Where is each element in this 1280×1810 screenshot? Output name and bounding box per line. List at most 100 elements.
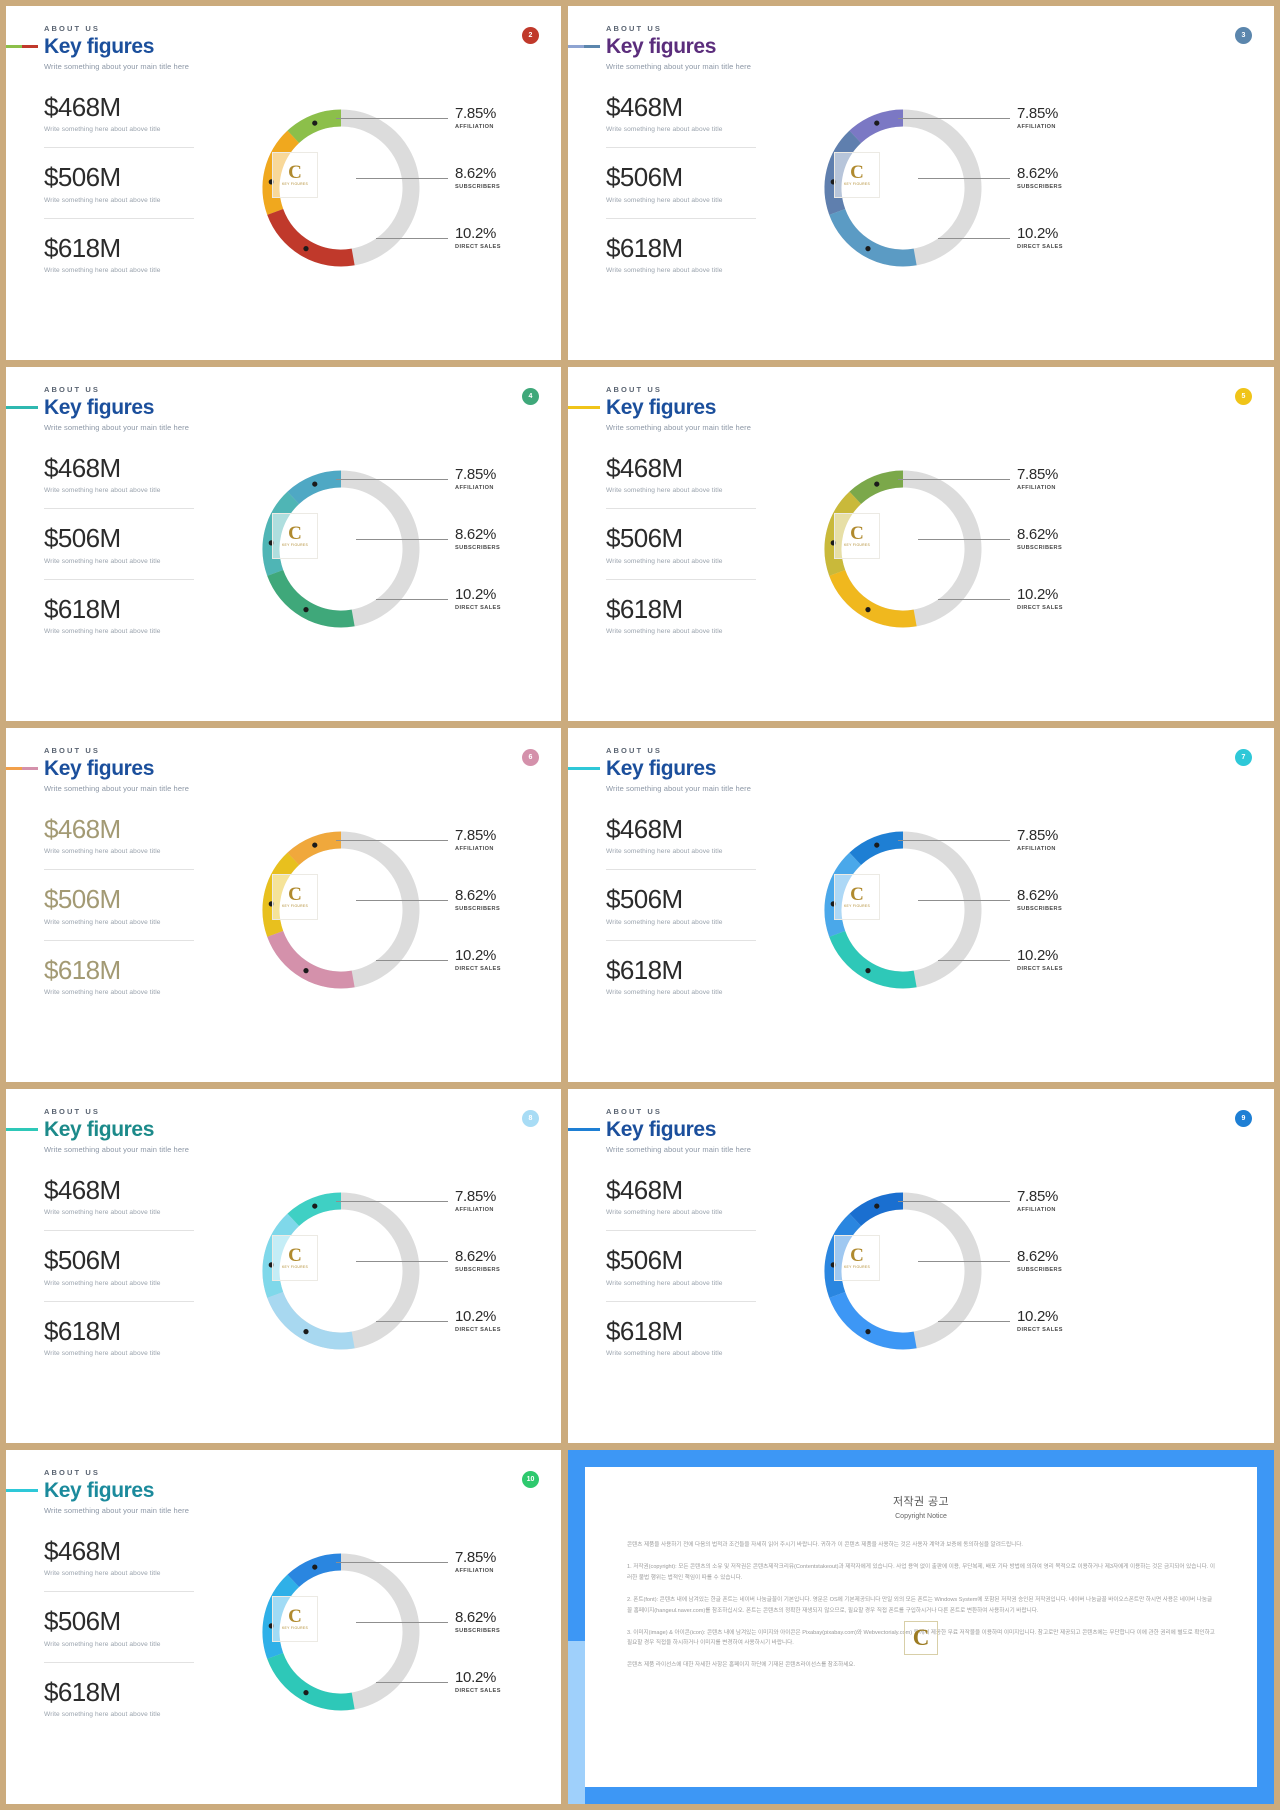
stat-value: $618M — [44, 954, 121, 985]
slide-thumbnail[interactable]: ABOUT US Key figures Write something abo… — [6, 1089, 561, 1443]
eyebrow-text: ABOUT US — [606, 24, 662, 33]
stat-note: Write something here about above title — [606, 627, 723, 635]
donut-marker-dot — [303, 968, 309, 974]
slide-number-badge[interactable]: 3 — [1235, 27, 1252, 44]
callout-label: AFFILIATION — [1017, 846, 1056, 852]
callout-item: 8.62% SUBSCRIBERS — [356, 527, 500, 551]
donut-segment-affiliation — [287, 831, 342, 866]
slide-thumbnail[interactable]: ABOUT US Key figures Write something abo… — [568, 367, 1274, 721]
donut-marker-dot — [312, 120, 318, 126]
leader-line — [356, 1260, 448, 1262]
callout-percent: 10.2% — [455, 586, 497, 603]
stat-item: $468M Write something here about above t… — [606, 814, 756, 855]
callout-label: DIRECT SALES — [1017, 966, 1063, 972]
copyright-paragraph: 1. 저작권(copyright): 모든 콘텐츠의 소유 및 저작권은 콘텐츠… — [627, 1563, 1215, 1581]
callout-percent: 10.2% — [455, 1669, 497, 1686]
stat-note: Write something here about above title — [44, 557, 161, 565]
leader-line — [918, 538, 1010, 540]
slide-subtitle: Write something about your main title he… — [44, 1145, 189, 1155]
callout-label: DIRECT SALES — [455, 1688, 501, 1694]
slide-number-badge[interactable]: 8 — [522, 1110, 539, 1127]
stat-value: $468M — [44, 453, 121, 483]
callout-item: 10.2% DIRECT SALES — [376, 587, 501, 611]
slide-thumbnail[interactable]: ABOUT US Key figures Write something abo… — [6, 1450, 561, 1804]
stat-note: Write something here about above title — [44, 1570, 161, 1578]
callout-item: 10.2% DIRECT SALES — [376, 948, 501, 972]
slide-header: ABOUT US Key figures Write something abo… — [568, 385, 751, 432]
slide-number-badge[interactable]: 10 — [522, 1471, 539, 1488]
slide-number-badge[interactable]: 4 — [522, 388, 539, 405]
stat-note: Write something here about above title — [44, 1710, 161, 1718]
callout-item: 7.85% AFFILIATION — [336, 828, 496, 852]
logo-letter: C — [850, 522, 864, 544]
leader-line — [376, 959, 448, 961]
callout-label: SUBSCRIBERS — [455, 184, 501, 190]
callout-label: SUBSCRIBERS — [1017, 906, 1063, 912]
callout-label: AFFILIATION — [455, 1568, 494, 1574]
center-logo-icon: C KEY FIGURES — [834, 152, 880, 198]
callout-item: 7.85% AFFILIATION — [898, 828, 1058, 852]
donut-segment-direct-sales — [267, 1652, 355, 1711]
eyebrow-text: ABOUT US — [44, 1107, 100, 1116]
title-accent-dash — [568, 767, 600, 771]
stat-item: $618M Write something here about above t… — [44, 1661, 194, 1718]
callout-item: 7.85% AFFILIATION — [898, 1189, 1058, 1213]
page-title: Key figures — [606, 1118, 716, 1141]
leader-line — [376, 1681, 448, 1683]
donut-segment-direct-sales — [267, 208, 355, 267]
title-accent-dash — [568, 45, 600, 49]
slide-thumbnail[interactable]: ABOUT US Key figures Write something abo… — [6, 728, 561, 1082]
slide-number-badge[interactable]: 9 — [1235, 1110, 1252, 1127]
stat-value: $618M — [44, 593, 121, 624]
donut-marker-dot — [303, 246, 309, 252]
donut-marker-dot — [312, 1564, 318, 1570]
slide-thumbnail[interactable]: ABOUT US Key figures Write something abo… — [568, 6, 1274, 360]
page-title: Key figures — [44, 35, 154, 58]
leader-line — [356, 1621, 448, 1623]
donut-marker-dot — [874, 481, 880, 487]
stat-note: Write something here about above title — [44, 126, 161, 134]
slide-thumbnail[interactable]: ABOUT US Key figures Write something abo… — [6, 6, 561, 360]
stat-value: $468M — [44, 92, 121, 122]
stat-value: $618M — [606, 232, 683, 263]
page-title: Key figures — [44, 1479, 154, 1502]
slide-header: ABOUT US Key figures Write something abo… — [6, 1107, 189, 1155]
donut-marker-dot — [303, 1329, 309, 1335]
stats-list: $468M Write something here about above t… — [606, 1175, 756, 1357]
slide-number-badge[interactable]: 6 — [522, 749, 539, 766]
donut-segment-direct-sales — [829, 569, 917, 628]
page-title: Key figures — [606, 396, 716, 419]
callout-item: 10.2% DIRECT SALES — [376, 1309, 501, 1333]
callout-percent: 7.85% — [455, 105, 497, 122]
slide-number-badge[interactable]: 7 — [1235, 749, 1252, 766]
slide-number-badge[interactable]: 5 — [1235, 388, 1252, 405]
leader-line — [918, 1260, 1010, 1262]
stat-item: $506M Write something here about above t… — [44, 1591, 194, 1648]
copyright-slide-thumbnail[interactable]: 저작권 공고 Copyright Notice 콘텐츠 제품을 사용하기 전에 … — [568, 1450, 1274, 1804]
eyebrow-text: ABOUT US — [606, 1107, 662, 1116]
center-logo-icon: C KEY FIGURES — [272, 1235, 318, 1281]
stat-note: Write something here about above title — [606, 196, 723, 204]
slide-thumbnail[interactable]: ABOUT US Key figures Write something abo… — [568, 1089, 1274, 1443]
slide-thumbnail[interactable]: ABOUT US Key figures Write something abo… — [568, 728, 1274, 1082]
slide-header: ABOUT US Key figures Write something abo… — [6, 746, 189, 793]
stat-value: $506M — [606, 162, 683, 193]
stat-note: Write something here about above title — [44, 196, 161, 204]
donut-segment-affiliation — [849, 1192, 904, 1227]
logo-subtext: KEY FIGURES — [281, 1626, 309, 1631]
slide-thumbnail[interactable]: ABOUT US Key figures Write something abo… — [6, 367, 561, 721]
stats-list: $468M Write something here about above t… — [606, 453, 756, 635]
donut-marker-dot — [312, 481, 318, 487]
center-logo-icon: C KEY FIGURES — [834, 513, 880, 559]
leader-line — [938, 1320, 1010, 1322]
stat-note: Write something here about above title — [44, 1209, 161, 1217]
stat-item: $468M Write something here about above t… — [606, 453, 756, 494]
stats-list: $468M Write something here about above t… — [44, 453, 194, 635]
callout-percent: 7.85% — [455, 466, 497, 483]
stat-note: Write something here about above title — [44, 266, 161, 274]
stat-note: Write something here about above title — [44, 848, 161, 856]
slide-number-badge[interactable]: 2 — [522, 27, 539, 44]
callout-percent: 8.62% — [1017, 887, 1059, 904]
leader-line — [356, 177, 448, 179]
stat-note: Write something here about above title — [606, 988, 723, 996]
